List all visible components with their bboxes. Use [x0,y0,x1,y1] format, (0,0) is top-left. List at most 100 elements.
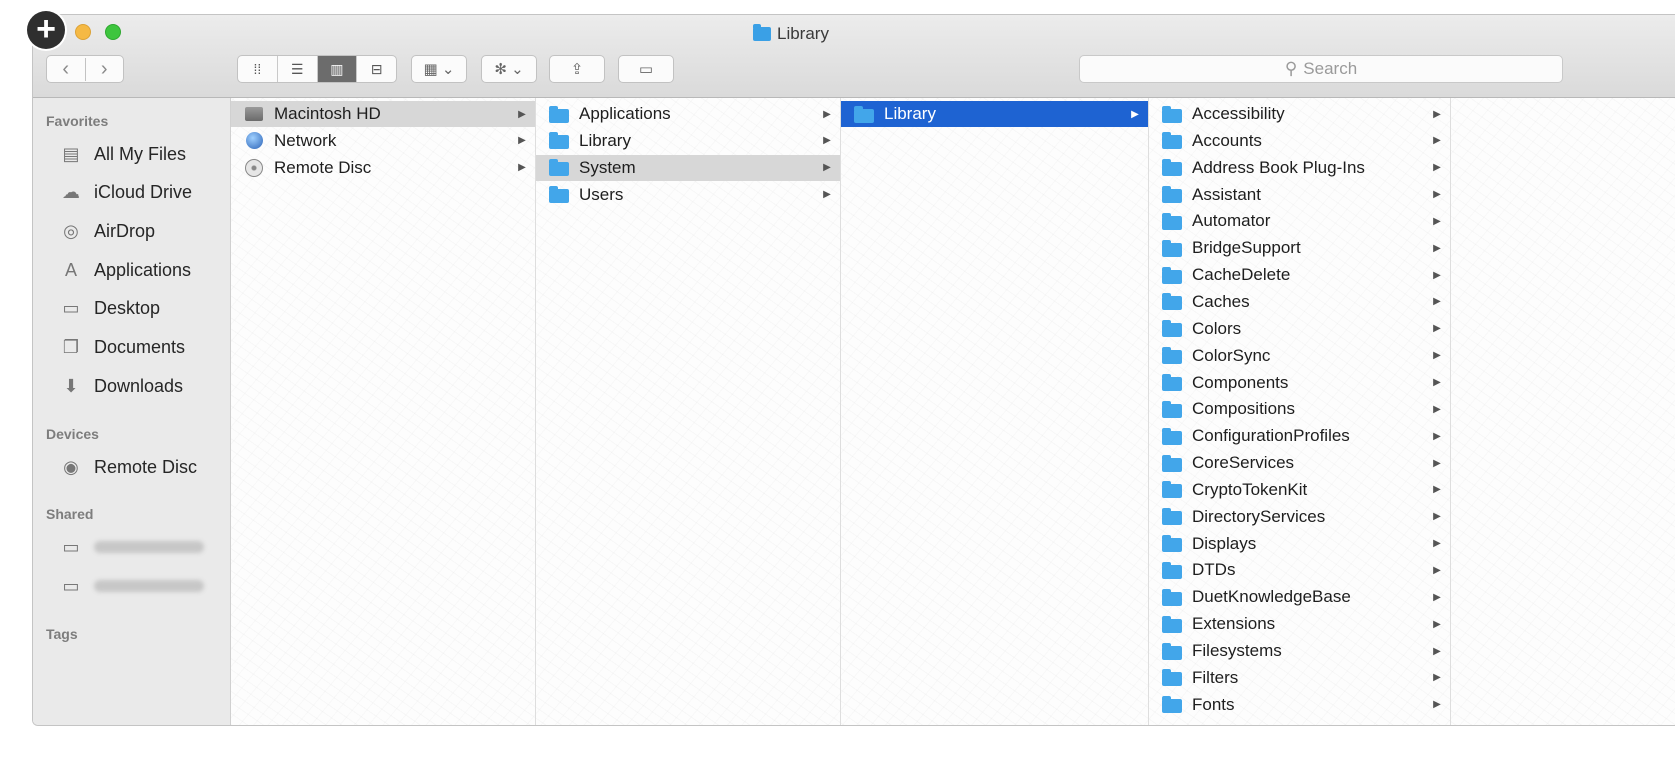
browser-row-extensions[interactable]: Extensions ▶ [1149,611,1450,637]
zoom-button[interactable] [105,24,121,40]
browser-row-label: Displays [1192,533,1257,553]
folder-icon [1161,561,1183,579]
forward-button[interactable]: › [86,58,124,81]
browser-row-network[interactable]: Network ▶ [231,128,535,154]
column-view-button[interactable]: ▥ [317,56,358,82]
disclosure-arrow-icon: ▶ [823,189,831,201]
documents-icon: ❐ [62,337,80,357]
hard-drive-icon [243,106,265,123]
sidebar-item-desktop[interactable]: ▭ Desktop [59,294,160,324]
list-view-button[interactable]: ☰ [278,56,318,82]
sidebar-item-label: Downloads [94,375,184,396]
browser-row-bridgesupport[interactable]: BridgeSupport ▶ [1149,235,1450,261]
computer-icon: ▭ [62,575,80,596]
browser-row-label: Address Book Plug-Ins [1192,157,1365,177]
cover-flow-button[interactable]: ⊟ [357,56,396,82]
folder-icon [753,24,771,41]
browser-row-fonts[interactable]: Fonts ▶ [1149,692,1450,718]
browser-row-compositions[interactable]: Compositions ▶ [1149,396,1450,422]
sidebar-item-label: All My Files [94,143,187,164]
sidebar-item-applications[interactable]: A Applications [59,255,191,285]
folder-icon [1161,508,1183,526]
browser-row-colors[interactable]: Colors ▶ [1149,316,1450,342]
browser-row-label: DuetKnowledgeBase [1192,587,1351,607]
sidebar-item-label: AirDrop [94,220,156,241]
disclosure-arrow-icon: ▶ [1433,672,1441,684]
browser-row-duetknowledgebase[interactable]: DuetKnowledgeBase ▶ [1149,584,1450,610]
browser-row-label: CoreServices [1192,453,1295,473]
browser-row-cachedelete[interactable]: CacheDelete ▶ [1149,262,1450,288]
browser-row-address-book-plug-ins[interactable]: Address Book Plug-Ins ▶ [1149,155,1450,181]
browser-row-accounts[interactable]: Accounts ▶ [1149,128,1450,154]
search-placeholder: Search [1303,59,1358,78]
browser-row-label: Automator [1192,211,1271,231]
folder-icon [1161,186,1183,204]
folder-icon [548,159,570,177]
browser-row-label: Applications [579,104,671,123]
disclosure-arrow-icon: ▶ [1433,108,1441,120]
minimize-button[interactable] [75,24,91,40]
browser-row-label: Filesystems [1192,641,1282,660]
disclosure-arrow-icon: ▶ [1433,269,1441,281]
disclosure-arrow-icon: ▶ [1433,484,1441,496]
folder-icon [1161,374,1183,391]
browser-row-colorsync[interactable]: ColorSync ▶ [1149,343,1450,369]
browser-row-label: Assistant [1192,184,1261,204]
browser-row-library[interactable]: Library ▶ [536,128,840,154]
browser-row-filters[interactable]: Filters ▶ [1149,665,1450,691]
disclosure-arrow-icon: ▶ [1433,538,1441,550]
browser-row-assistant[interactable]: Assistant ▶ [1149,182,1450,208]
browser-row-automator[interactable]: Automator ▶ [1149,208,1450,234]
browser-row-directoryservices[interactable]: DirectoryServices ▶ [1149,504,1450,530]
browser-row-caches[interactable]: Caches ▶ [1149,289,1450,315]
arrange-button[interactable]: ▦ ⌄ [411,55,467,83]
browser-row-accessibility[interactable]: Accessibility ▶ [1149,101,1450,127]
browser-row-coreservices[interactable]: CoreServices ▶ [1149,450,1450,476]
browser-row-label: Macintosh HD [274,104,381,123]
disclosure-arrow-icon: ▶ [1433,645,1441,657]
folder-icon [1161,132,1183,150]
action-gear-button[interactable]: ✻ ⌄ [481,55,537,83]
desktop-icon: ▭ [62,298,80,319]
search-field[interactable]: ⚲ Search [1079,55,1563,83]
sidebar-item-downloads[interactable]: ⬇ Downloads [59,371,183,401]
title-bar: Library ‹ › ⁞⁞ ☰ ▥ ⊟ ▦ ⌄ ✻ ⌄ ⇪ ▭ ⚲ Searc… [33,15,1675,98]
browser-row-displays[interactable]: Displays ▶ [1149,531,1450,557]
sidebar-item-shared[interactable]: ▭ [59,532,204,562]
disclosure-arrow-icon: ▶ [823,108,831,120]
folder-icon [1161,105,1183,123]
icon-view-button[interactable]: ⁞⁞ [238,56,278,82]
browser-row-components[interactable]: Components ▶ [1149,370,1450,396]
back-button[interactable]: ‹ [47,57,86,81]
sidebar-item-shared[interactable]: ▭ [59,571,204,601]
folder-icon [1161,239,1183,257]
folder-icon [548,105,570,123]
browser-row-filesystems[interactable]: Filesystems ▶ [1149,638,1450,664]
all-files-icon: ▤ [62,143,80,164]
disclosure-arrow-icon: ▶ [1433,323,1441,335]
sidebar-item-remote-disc[interactable]: ◉ Remote Disc [59,452,197,482]
sidebar-item-all-my-files[interactable]: ▤ All My Files [59,139,186,169]
sidebar-item-documents[interactable]: ❐ Documents [59,333,185,363]
browser-row-users[interactable]: Users ▶ [536,182,840,208]
browser-row-remote-disc[interactable]: Remote Disc ▶ [231,155,535,181]
disclosure-arrow-icon: ▶ [518,135,526,147]
disclosure-arrow-icon: ▶ [1433,403,1441,415]
browser-row-dtds[interactable]: DTDs ▶ [1149,557,1450,583]
browser-row-library[interactable]: Library ▶ [841,101,1148,127]
disclosure-arrow-icon: ▶ [518,162,526,174]
browser-row-label: Compositions [1192,399,1295,419]
edit-tags-button[interactable]: ▭ [618,55,674,83]
folder-icon [548,186,570,204]
disclosure-arrow-icon: ▶ [1433,162,1441,174]
sidebar-item-icloud-drive[interactable]: ☁ iCloud Drive [59,178,192,208]
browser-row-cryptotokenkit[interactable]: CryptoTokenKit ▶ [1149,477,1450,503]
favorites-header: Favorites [46,113,109,129]
sidebar-item-airdrop[interactable]: ◎ AirDrop [59,216,155,246]
window-title: Library [753,23,829,45]
browser-row-configurationprofiles[interactable]: ConfigurationProfiles ▶ [1149,423,1450,449]
browser-row-system[interactable]: System ▶ [536,154,840,181]
share-button[interactable]: ⇪ [549,55,605,83]
browser-row-applications[interactable]: Applications ▶ [536,101,840,127]
browser-row-macintosh-hd[interactable]: Macintosh HD ▶ [231,101,535,127]
